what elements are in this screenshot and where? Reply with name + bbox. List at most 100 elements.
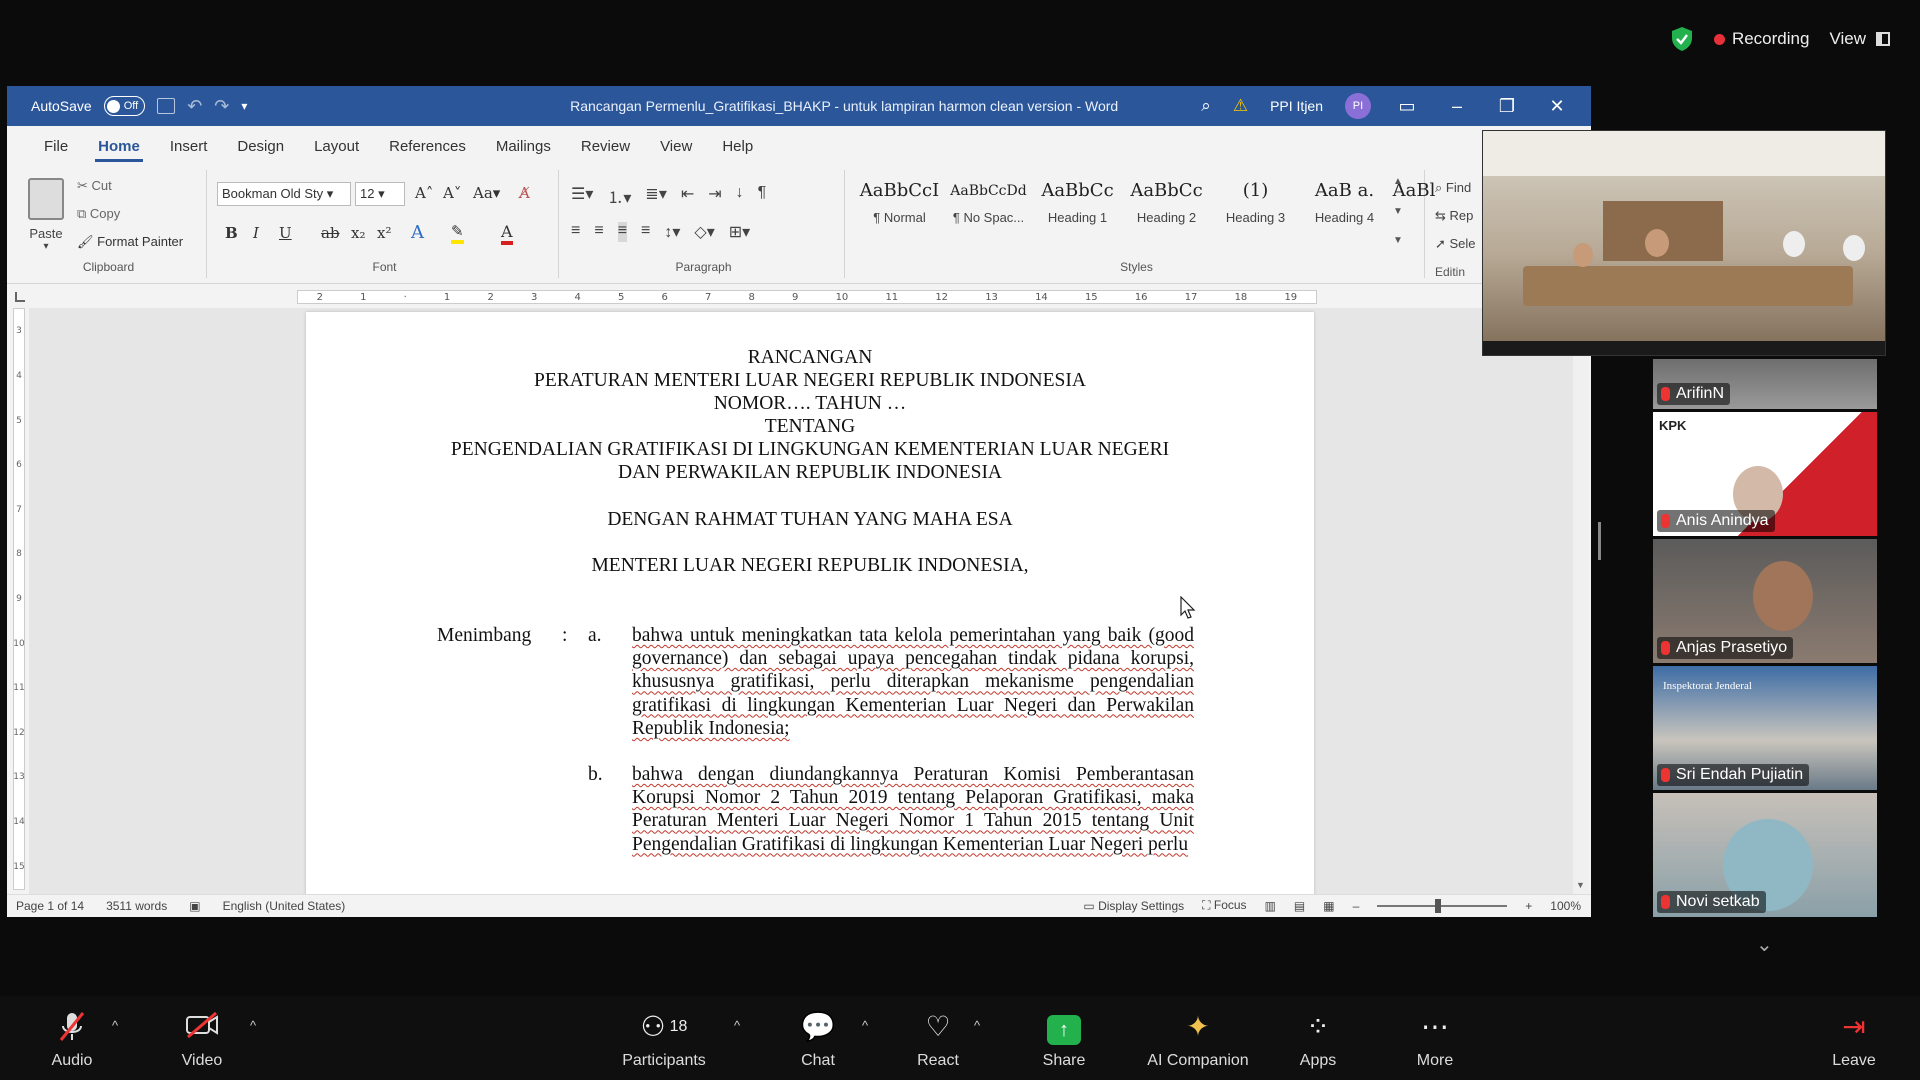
chevron-down-icon[interactable]: ▼ <box>1393 206 1407 217</box>
paste-button[interactable]: Paste ▾ <box>21 178 71 252</box>
participants-options-icon[interactable]: ^ <box>734 1018 740 1033</box>
view-button[interactable]: View <box>1829 29 1890 49</box>
style-heading-2[interactable]: AaBbCc Heading 2 <box>1122 176 1211 225</box>
line-spacing-icon[interactable]: ↕▾ <box>664 222 680 242</box>
search-icon[interactable]: ⌕ <box>1201 96 1211 116</box>
user-name[interactable]: PPI Itjen <box>1270 98 1323 114</box>
bold-icon[interactable]: B <box>225 224 238 242</box>
display-settings-button[interactable]: ▭ Display Settings <box>1083 899 1184 913</box>
react-button[interactable]: ♡ React <box>888 1010 988 1070</box>
chevron-up-icon[interactable]: ▲ <box>1393 176 1407 187</box>
close-icon[interactable]: ✕ <box>1543 96 1571 117</box>
zoom-level[interactable]: 100% <box>1550 899 1581 913</box>
tab-selector[interactable] <box>15 292 25 302</box>
video-options-icon[interactable]: ^ <box>250 1018 256 1033</box>
align-right-icon[interactable]: ≡ <box>641 222 650 242</box>
panel-resize-handle[interactable] <box>1598 522 1601 560</box>
document-page[interactable]: RANCANGAN PERATURAN MENTERI LUAR NEGERI … <box>306 312 1314 894</box>
video-button[interactable]: Video <box>152 1010 252 1070</box>
undo-icon[interactable]: ↶ <box>187 96 202 117</box>
audio-options-icon[interactable]: ^ <box>112 1018 118 1033</box>
web-layout-icon[interactable]: ▦ <box>1323 899 1334 913</box>
participant-tile[interactable]: Novi setkab <box>1653 793 1877 917</box>
grow-font-icon[interactable]: A˄ <box>415 184 433 202</box>
font-name-select[interactable]: Bookman Old Sty ▾ <box>217 182 351 206</box>
increase-indent-icon[interactable]: ⇥ <box>708 184 721 208</box>
ai-companion-button[interactable]: ✦ AI Companion <box>1140 1010 1256 1070</box>
recording-indicator[interactable]: Recording <box>1713 29 1809 49</box>
share-button[interactable]: ↑ Share <box>1014 1010 1114 1070</box>
chat-button[interactable]: 💬 Chat <box>768 1010 868 1070</box>
copy-button[interactable]: ⧉ Copy <box>77 206 120 222</box>
tab-file[interactable]: File <box>29 138 83 164</box>
zoom-out-icon[interactable]: – <box>1353 899 1360 913</box>
underline-icon[interactable]: U <box>279 224 292 242</box>
zoom-in-icon[interactable]: + <box>1525 899 1532 913</box>
find-button[interactable]: ⌕ Find <box>1435 174 1476 202</box>
italic-icon[interactable]: I <box>253 224 259 242</box>
replace-button[interactable]: ⇆ Rep <box>1435 202 1476 230</box>
vertical-ruler[interactable]: 3 4 5 6 7 8 9 10 11 12 13 14 15 <box>13 308 25 890</box>
ribbon-display-icon[interactable]: ▭ <box>1393 96 1421 117</box>
warning-icon[interactable]: ⚠ <box>1233 96 1248 116</box>
bullets-icon[interactable]: ☰▾ <box>571 184 593 208</box>
show-formatting-icon[interactable]: ¶ <box>758 184 767 208</box>
align-left-icon[interactable]: ≡ <box>571 222 580 242</box>
tab-view[interactable]: View <box>645 138 707 164</box>
autosave-toggle[interactable]: Off <box>103 96 146 116</box>
decrease-indent-icon[interactable]: ⇤ <box>681 184 694 208</box>
font-color-icon[interactable]: A <box>501 222 513 245</box>
sort-icon[interactable]: ↓ <box>736 184 744 208</box>
proofing-icon[interactable]: ▣ <box>189 899 200 913</box>
multilevel-list-icon[interactable]: ≣▾ <box>645 184 666 208</box>
tab-references[interactable]: References <box>374 138 481 164</box>
font-size-select[interactable]: 12 ▾ <box>355 182 405 206</box>
strikethrough-icon[interactable]: ab <box>321 224 340 242</box>
audio-button[interactable]: Audio <box>22 1010 122 1070</box>
more-button[interactable]: ⋯ More <box>1385 1010 1485 1070</box>
read-mode-icon[interactable]: ▥ <box>1265 899 1276 913</box>
tab-insert[interactable]: Insert <box>155 138 223 164</box>
clear-formatting-icon[interactable]: A̸ <box>519 184 530 202</box>
minimize-icon[interactable]: – <box>1443 96 1471 117</box>
print-layout-icon[interactable]: ▤ <box>1294 899 1305 913</box>
horizontal-ruler[interactable]: 2 1 · 1 2 3 4 5 6 7 8 9 10 11 12 13 14 15 16 17 18 19 <box>297 290 1317 304</box>
expand-gallery-icon[interactable]: ▼ <box>1393 235 1407 246</box>
chat-options-icon[interactable]: ^ <box>862 1018 868 1033</box>
numbering-icon[interactable]: ⒈▾ <box>607 184 631 208</box>
style-normal[interactable]: AaBbCcI ¶ Normal <box>855 176 944 225</box>
tab-design[interactable]: Design <box>222 138 299 164</box>
style-no-spacing[interactable]: AaBbCcDd ¶ No Spac... <box>944 176 1033 225</box>
cut-button[interactable]: ✂ Cut <box>77 178 112 194</box>
subscript-icon[interactable]: x₂ <box>351 224 365 242</box>
justify-icon[interactable]: ≡ <box>617 222 628 242</box>
page-count[interactable]: Page 1 of 14 <box>16 899 84 913</box>
participant-tile[interactable]: KPK Anis Anindya <box>1653 412 1877 536</box>
superscript-icon[interactable]: x² <box>377 224 391 242</box>
styles-scroll[interactable]: ▲ ▼ ▼ <box>1393 176 1407 246</box>
vertical-scrollbar[interactable]: ▼ <box>1573 308 1589 894</box>
focus-button[interactable]: ⛶ Focus <box>1202 898 1246 913</box>
avatar[interactable]: PI <box>1345 93 1371 119</box>
customize-quick-access-icon[interactable]: ▾ <box>241 99 247 113</box>
document-canvas[interactable]: RANCANGAN PERATURAN MENTERI LUAR NEGERI … <box>29 308 1589 894</box>
change-case-icon[interactable]: Aa▾ <box>473 184 500 202</box>
react-options-icon[interactable]: ^ <box>974 1018 980 1033</box>
scroll-down-icon[interactable]: ▼ <box>1576 880 1585 890</box>
save-icon[interactable] <box>157 98 176 114</box>
participant-tile[interactable]: Inspektorat Jenderal Sri Endah Pujiatin <box>1653 666 1877 790</box>
style-heading-1[interactable]: AaBbCc Heading 1 <box>1033 176 1122 225</box>
select-button[interactable]: ➚ Sele <box>1435 230 1476 258</box>
style-heading-4[interactable]: AaB a. Heading 4 <box>1300 176 1389 225</box>
participant-tile[interactable]: ArifinN <box>1653 359 1877 409</box>
language[interactable]: English (United States) <box>223 899 346 913</box>
leave-button[interactable]: ⇥ Leave <box>1804 1010 1904 1070</box>
text-effects-icon[interactable]: A <box>411 222 424 243</box>
highlight-icon[interactable]: ✎ <box>451 222 464 244</box>
zoom-slider[interactable] <box>1377 898 1508 913</box>
shrink-font-icon[interactable]: A˅ <box>443 184 461 202</box>
style-heading-3[interactable]: (1) Heading 3 <box>1211 176 1300 225</box>
tab-layout[interactable]: Layout <box>299 138 374 164</box>
participants-button[interactable]: ⚇ 18 Participants <box>614 1010 714 1070</box>
participant-tile[interactable]: Anjas Prasetiyo <box>1653 539 1877 663</box>
